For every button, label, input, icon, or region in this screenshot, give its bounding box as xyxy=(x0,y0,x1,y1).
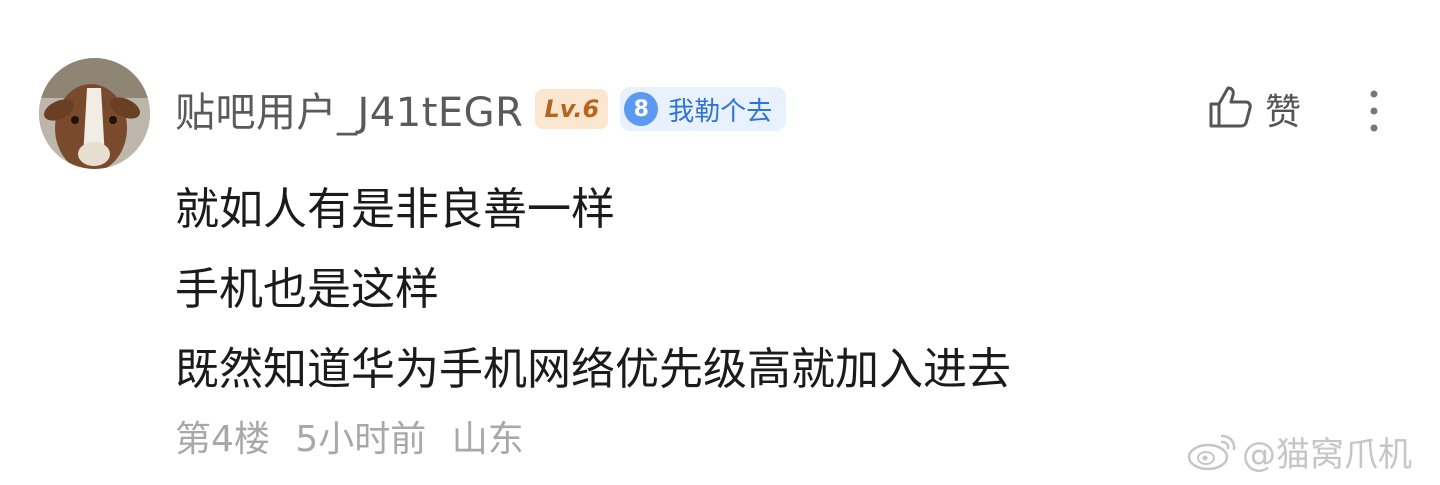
watermark-text: @猫窝爪机 xyxy=(1242,434,1412,475)
more-vertical-icon xyxy=(1370,90,1378,132)
group-name: 我勒个去 xyxy=(668,96,773,127)
more-button[interactable] xyxy=(1360,86,1388,136)
level-badge: Lv.6 xyxy=(535,89,609,129)
avatar[interactable] xyxy=(39,58,150,169)
like-button[interactable]: 赞 xyxy=(1205,84,1301,134)
ip-location: 山东 xyxy=(451,419,524,460)
avatar-image xyxy=(39,58,150,169)
floor-number: 第4楼 xyxy=(175,419,270,460)
comment-body: 就如人有是非良善一样 手机也是这样 既然知道华为手机网络优先级高就加入进去 xyxy=(175,170,1011,410)
comment-header: 贴吧用户_J41tEGR Lv.6 8 我勒个去 xyxy=(175,80,787,138)
group-badge[interactable]: 8 我勒个去 xyxy=(620,87,787,131)
comment-item: 贴吧用户_J41tEGR Lv.6 8 我勒个去 赞 就如人有是非良善一样 手机… xyxy=(0,0,1440,485)
comment-line: 手机也是这样 xyxy=(175,264,439,315)
comment-line: 就如人有是非良善一样 xyxy=(175,184,615,235)
weibo-icon xyxy=(1187,434,1236,471)
comment-line: 既然知道华为手机网络优先级高就加入进去 xyxy=(175,344,1011,395)
thumbs-up-icon xyxy=(1205,82,1255,136)
watermark: @猫窝爪机 xyxy=(1186,428,1412,475)
like-label: 赞 xyxy=(1265,92,1302,133)
group-level-number: 8 xyxy=(624,92,659,126)
username[interactable]: 贴吧用户_J41tEGR xyxy=(175,80,523,138)
comment-meta: 第4楼 5小时前 山东 xyxy=(175,410,524,462)
post-time: 5小时前 xyxy=(295,419,427,460)
